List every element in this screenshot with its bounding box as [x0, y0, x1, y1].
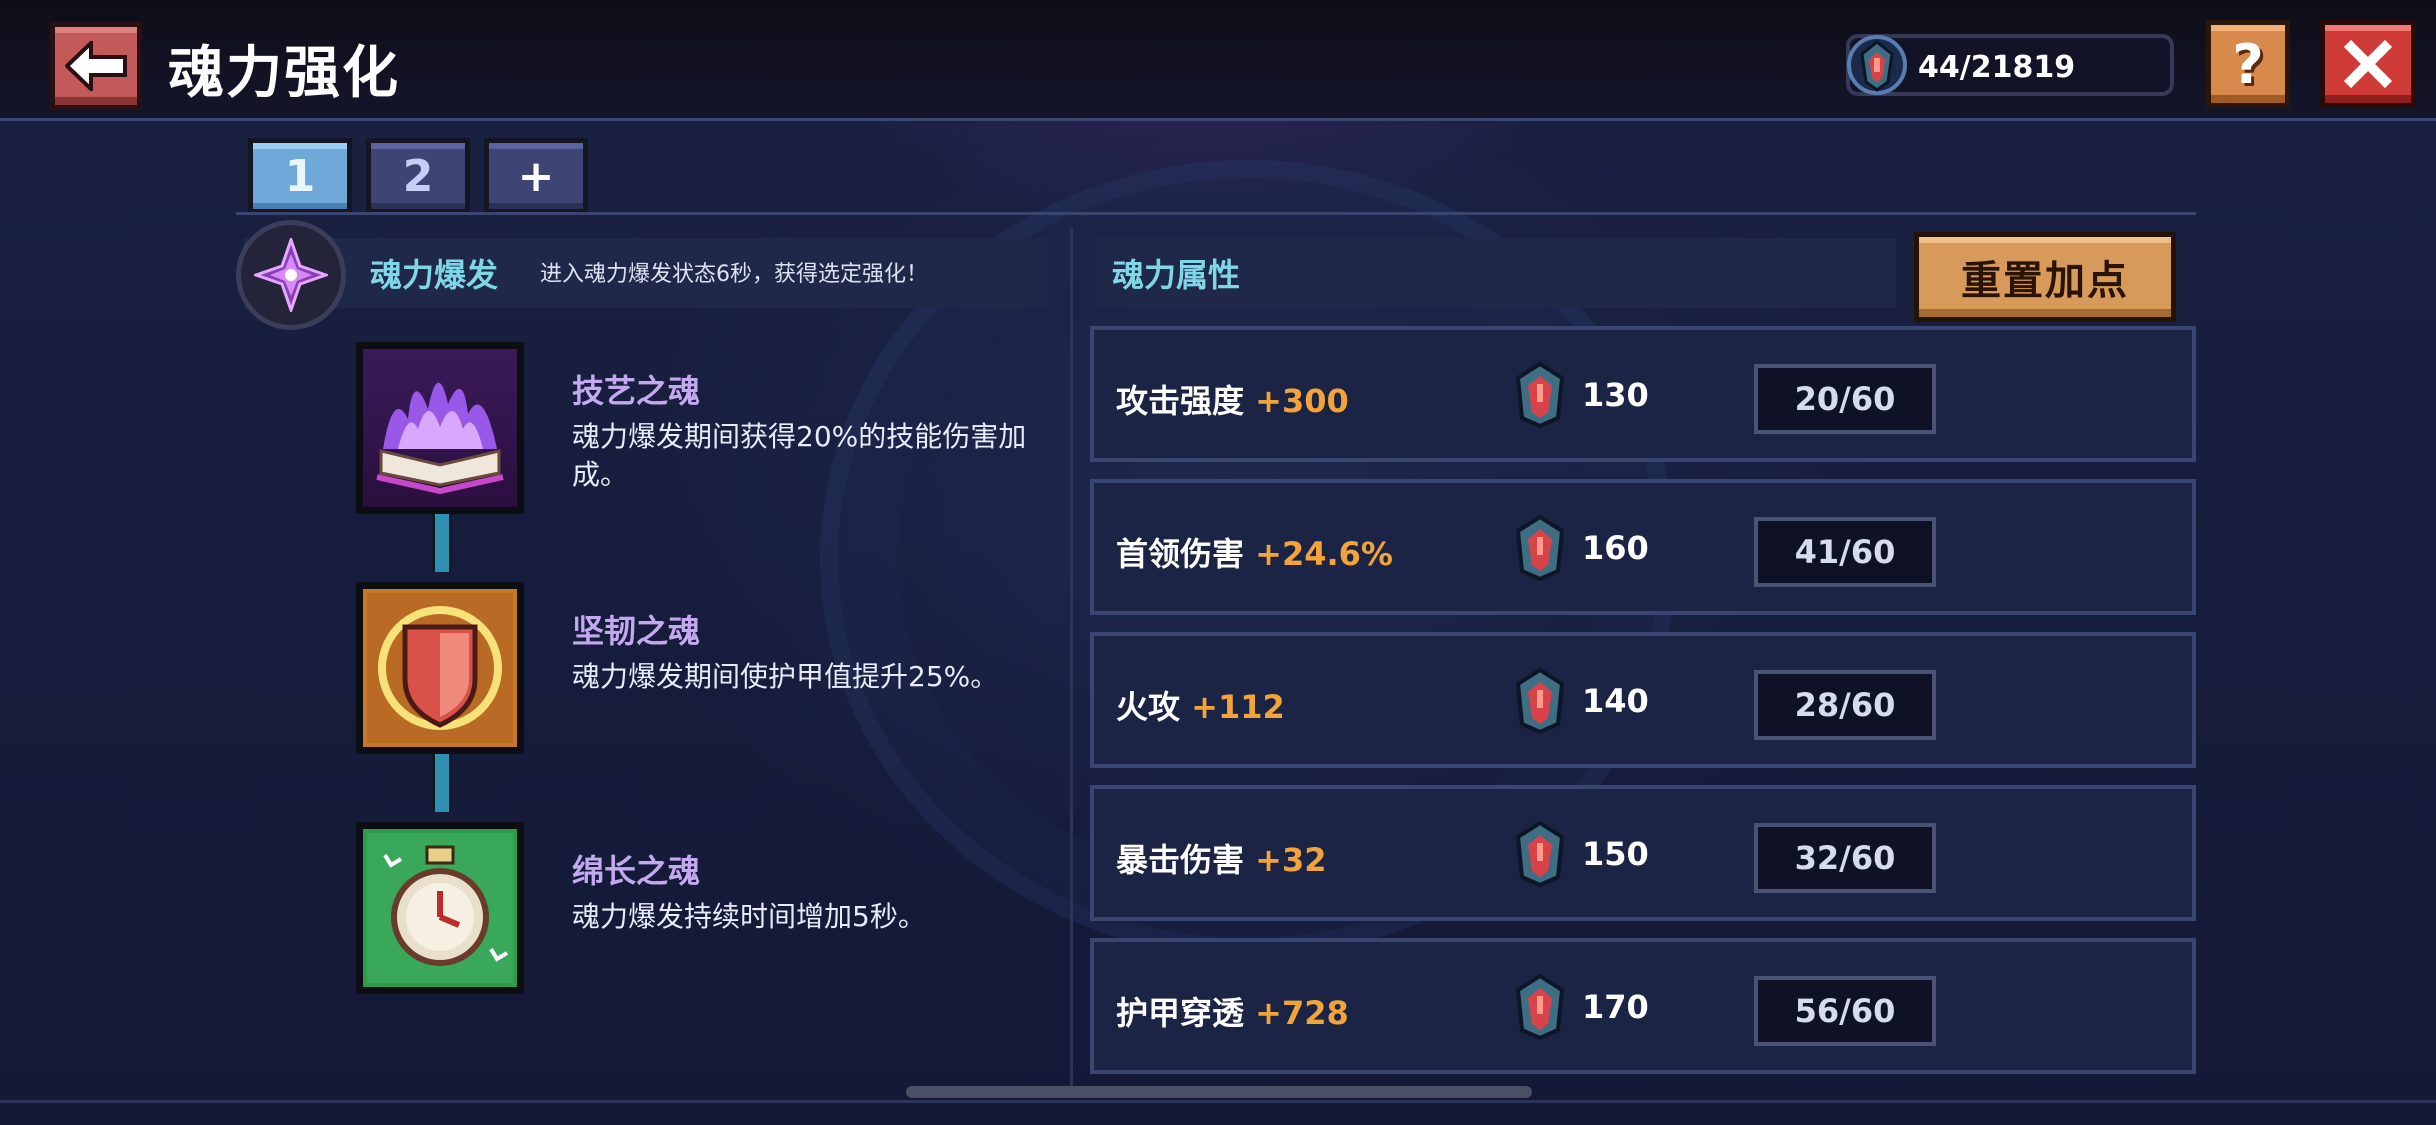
tab-2[interactable]: 2 [366, 138, 470, 214]
soul-burst-icon [236, 220, 346, 330]
close-button[interactable] [2320, 20, 2416, 108]
attribute-row[interactable]: 首领伤害 +24.6% 160 41/60 [1090, 479, 2196, 615]
soul-currency-display: 44/21819 [1846, 34, 2174, 96]
attribute-bonus: +300 [1255, 382, 1349, 420]
attribute-name: 火攻 +112 [1116, 682, 1285, 728]
scroll-indicator[interactable] [906, 1086, 1532, 1098]
close-icon [2343, 39, 2393, 89]
attribute-cost: 140 [1582, 682, 1649, 720]
soul-gem-icon [1512, 514, 1568, 585]
back-button[interactable] [50, 22, 142, 110]
soul-gem-icon [1512, 973, 1568, 1044]
attribute-level[interactable]: 28/60 [1754, 670, 1936, 740]
attribute-name: 暴击伤害 +32 [1116, 835, 1327, 881]
bottom-border [0, 1100, 2436, 1103]
page-title: 魂力强化 [168, 41, 400, 106]
tab-1[interactable]: 1 [248, 138, 352, 214]
attribute-label: 暴击伤害 [1116, 841, 1245, 879]
attribute-cost: 160 [1582, 529, 1649, 567]
help-button[interactable]: ? [2206, 20, 2290, 108]
attribute-cost: 170 [1582, 988, 1649, 1026]
soul-skill-card[interactable] [356, 342, 524, 514]
soul-tenacity-card[interactable] [356, 582, 524, 754]
attribute-level[interactable]: 41/60 [1754, 517, 1936, 587]
add-tab-button[interactable]: + [484, 138, 588, 214]
attribute-row[interactable]: 暴击伤害 +32 150 32/60 [1090, 785, 2196, 921]
purple-flame-book-icon [376, 382, 504, 495]
soul-tenacity-title: 坚韧之魂 [572, 612, 701, 650]
attribute-cost: 150 [1582, 835, 1649, 873]
attribute-bonus: +24.6% [1255, 535, 1393, 573]
soul-gem-icon [1512, 820, 1568, 891]
soul-skill-description: 魂力爆发期间获得20%的技能伤害加成。 [572, 420, 1027, 491]
soul-skill-title: 技艺之魂 [572, 372, 701, 410]
top-bar: 魂力强化 44/21819 ? [0, 0, 2436, 121]
soul-connector [432, 754, 452, 812]
panel-divider [1070, 228, 1073, 1090]
attribute-level[interactable]: 56/60 [1754, 976, 1936, 1046]
soul-duration-description: 魂力爆发持续时间增加5秒。 [572, 900, 926, 933]
attribute-label: 攻击强度 [1116, 382, 1245, 420]
attribute-row[interactable]: 火攻 +112 140 28/60 [1090, 632, 2196, 768]
attribute-label: 火攻 [1116, 688, 1181, 726]
attribute-row[interactable]: 护甲穿透 +728 170 56/60 [1090, 938, 2196, 1074]
purple-crystal-icon [254, 238, 328, 312]
back-arrow-icon [65, 41, 127, 91]
soul-gem-icon [1847, 35, 1907, 95]
attribute-name: 攻击强度 +300 [1116, 376, 1349, 422]
stopwatch-icon [367, 833, 513, 983]
reset-points-button[interactable]: 重置加点 [1914, 232, 2176, 322]
attribute-bonus: +112 [1191, 688, 1285, 726]
question-mark-icon: ? [2232, 32, 2264, 96]
attribute-label: 首领伤害 [1116, 535, 1245, 573]
soul-gem-icon [1512, 361, 1568, 432]
attribute-label: 护甲穿透 [1116, 994, 1245, 1032]
soul-burst-name: 魂力爆发 [370, 256, 499, 294]
tab-underline [236, 212, 2196, 215]
attribute-bonus: +32 [1255, 841, 1327, 879]
attribute-cost: 130 [1582, 376, 1649, 414]
soul-attributes-title: 魂力属性 [1112, 256, 1241, 294]
attribute-bonus: +728 [1255, 994, 1349, 1032]
shield-icon [367, 593, 513, 743]
attribute-level[interactable]: 32/60 [1754, 823, 1936, 893]
soul-duration-card[interactable] [356, 822, 524, 994]
soul-connector [432, 514, 452, 572]
attribute-name: 护甲穿透 +728 [1116, 988, 1349, 1034]
currency-amount: 44/21819 [1918, 50, 2076, 85]
soul-duration-title: 绵长之魂 [572, 852, 701, 890]
attribute-level[interactable]: 20/60 [1754, 364, 1936, 434]
soul-burst-description: 进入魂力爆发状态6秒，获得选定强化！ [540, 262, 928, 287]
soul-tenacity-description: 魂力爆发期间使护甲值提升25%。 [572, 660, 999, 693]
attribute-row[interactable]: 攻击强度 +300 130 20/60 [1090, 326, 2196, 462]
soul-gem-icon [1512, 667, 1568, 738]
attribute-name: 首领伤害 +24.6% [1116, 529, 1393, 575]
